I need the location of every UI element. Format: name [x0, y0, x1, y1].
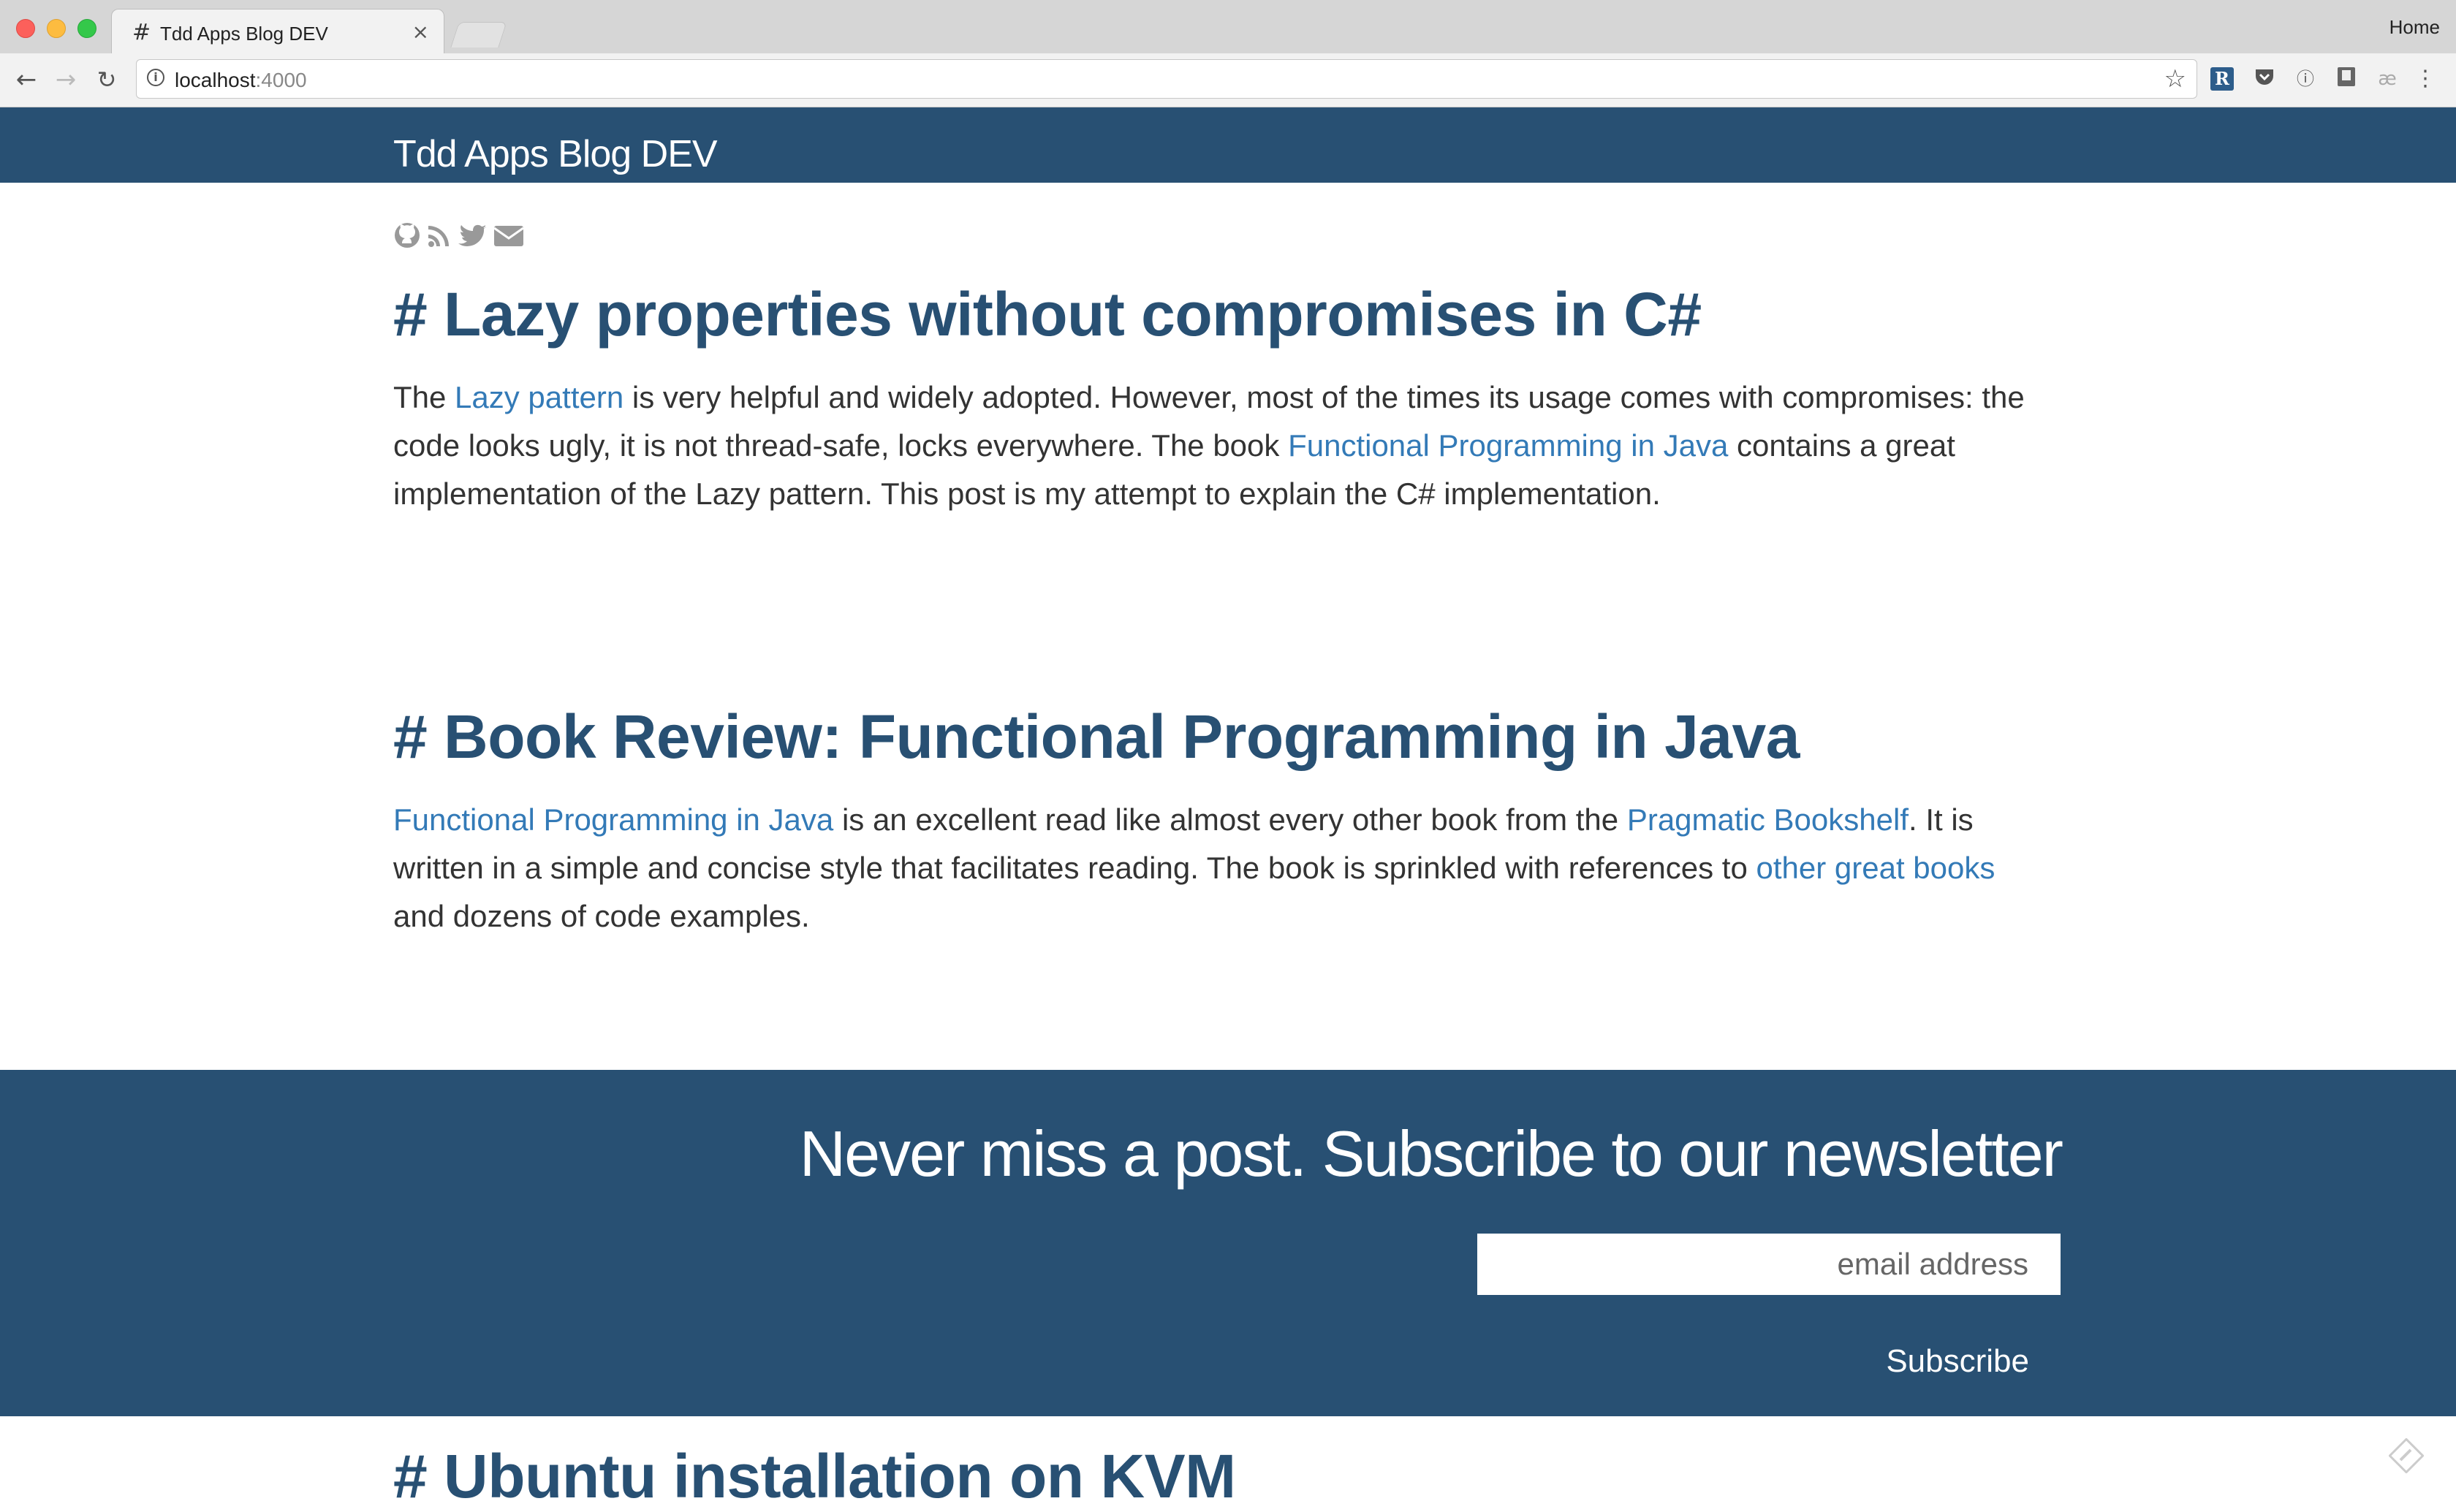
- info-extension-icon[interactable]: ⓘ: [2292, 66, 2319, 92]
- email-icon[interactable]: [493, 221, 525, 253]
- pencil-badge-icon[interactable]: [2388, 1437, 2425, 1474]
- window-minimize-button[interactable]: [47, 19, 66, 38]
- url-host: localhost: [175, 69, 256, 91]
- ae-extension-icon[interactable]: æ: [2374, 66, 2400, 92]
- browser-toolbar: ← → ↻ i localhost:4000 ☆ R ⓘ æ ⋮: [0, 53, 2456, 107]
- window-maximize-button[interactable]: [77, 19, 96, 38]
- new-tab-button[interactable]: [450, 22, 507, 48]
- excerpt-text: The: [393, 380, 455, 414]
- subscribe-button[interactable]: Subscribe: [1857, 1336, 2061, 1387]
- post-title-link[interactable]: # Book Review: Functional Programming in…: [393, 702, 2053, 772]
- rss-icon[interactable]: [427, 221, 452, 253]
- site-info-icon[interactable]: i: [147, 69, 164, 86]
- site-header: Tdd Apps Blog DEV: [0, 107, 2456, 183]
- bookmark-manager-extension-icon[interactable]: [2333, 66, 2360, 92]
- functional-programming-java-link[interactable]: Functional Programming in Java: [1288, 428, 1728, 463]
- browser-tab-bar: # Tdd Apps Blog DEV × Home: [0, 0, 2456, 53]
- post-2: # Book Review: Functional Programming in…: [393, 702, 2053, 941]
- github-icon[interactable]: [393, 221, 421, 253]
- excerpt-text: and dozens of code examples.: [393, 899, 810, 933]
- post-excerpt: Functional Programming in Java is an exc…: [393, 796, 2053, 941]
- address-bar[interactable]: i localhost:4000 ☆: [136, 59, 2197, 99]
- bookmark-star-icon[interactable]: ☆: [2164, 64, 2186, 94]
- excerpt-text: is an excellent read like almost every o…: [833, 802, 1627, 837]
- browser-tab-active[interactable]: # Tdd Apps Blog DEV ×: [111, 9, 444, 53]
- tab-favicon: #: [132, 20, 151, 45]
- tab-title: Tdd Apps Blog DEV: [160, 23, 328, 45]
- browser-menu-icon[interactable]: ⋮: [2412, 66, 2438, 92]
- functional-programming-java-link[interactable]: Functional Programming in Java: [393, 802, 833, 837]
- tab-close-icon[interactable]: ×: [412, 20, 429, 44]
- back-arrow-icon[interactable]: ←: [10, 64, 42, 96]
- pragmatic-bookshelf-link[interactable]: Pragmatic Bookshelf: [1627, 802, 1909, 837]
- reload-icon[interactable]: ↻: [91, 64, 123, 96]
- social-links: [393, 221, 527, 251]
- email-address-input[interactable]: [1477, 1234, 2061, 1295]
- newsletter-heading: Never miss a post. Subscribe to our news…: [799, 1117, 2063, 1190]
- url-text[interactable]: localhost:4000: [175, 69, 307, 92]
- forward-arrow-icon[interactable]: →: [50, 64, 82, 96]
- pocket-extension-icon[interactable]: [2251, 66, 2278, 92]
- profile-button[interactable]: Home: [2389, 16, 2440, 39]
- other-great-books-link[interactable]: other great books: [1756, 851, 1995, 885]
- url-port: :4000: [255, 69, 307, 91]
- post-title-link[interactable]: # Ubuntu installation on KVM: [393, 1441, 1236, 1512]
- twitter-icon[interactable]: [458, 221, 488, 253]
- newsletter-section: Never miss a post. Subscribe to our news…: [0, 1070, 2456, 1416]
- post-title-link[interactable]: # Lazy properties without compromises in…: [393, 279, 2053, 350]
- site-title-link[interactable]: Tdd Apps Blog DEV: [393, 132, 718, 176]
- window-close-button[interactable]: [16, 19, 35, 38]
- post-1: # Lazy properties without compromises in…: [393, 279, 2053, 518]
- post-3: # Ubuntu installation on KVM: [393, 1441, 1236, 1512]
- post-excerpt: The Lazy pattern is very helpful and wid…: [393, 373, 2053, 518]
- lazy-pattern-link[interactable]: Lazy pattern: [455, 380, 624, 414]
- extension-r-icon[interactable]: R: [2210, 67, 2234, 91]
